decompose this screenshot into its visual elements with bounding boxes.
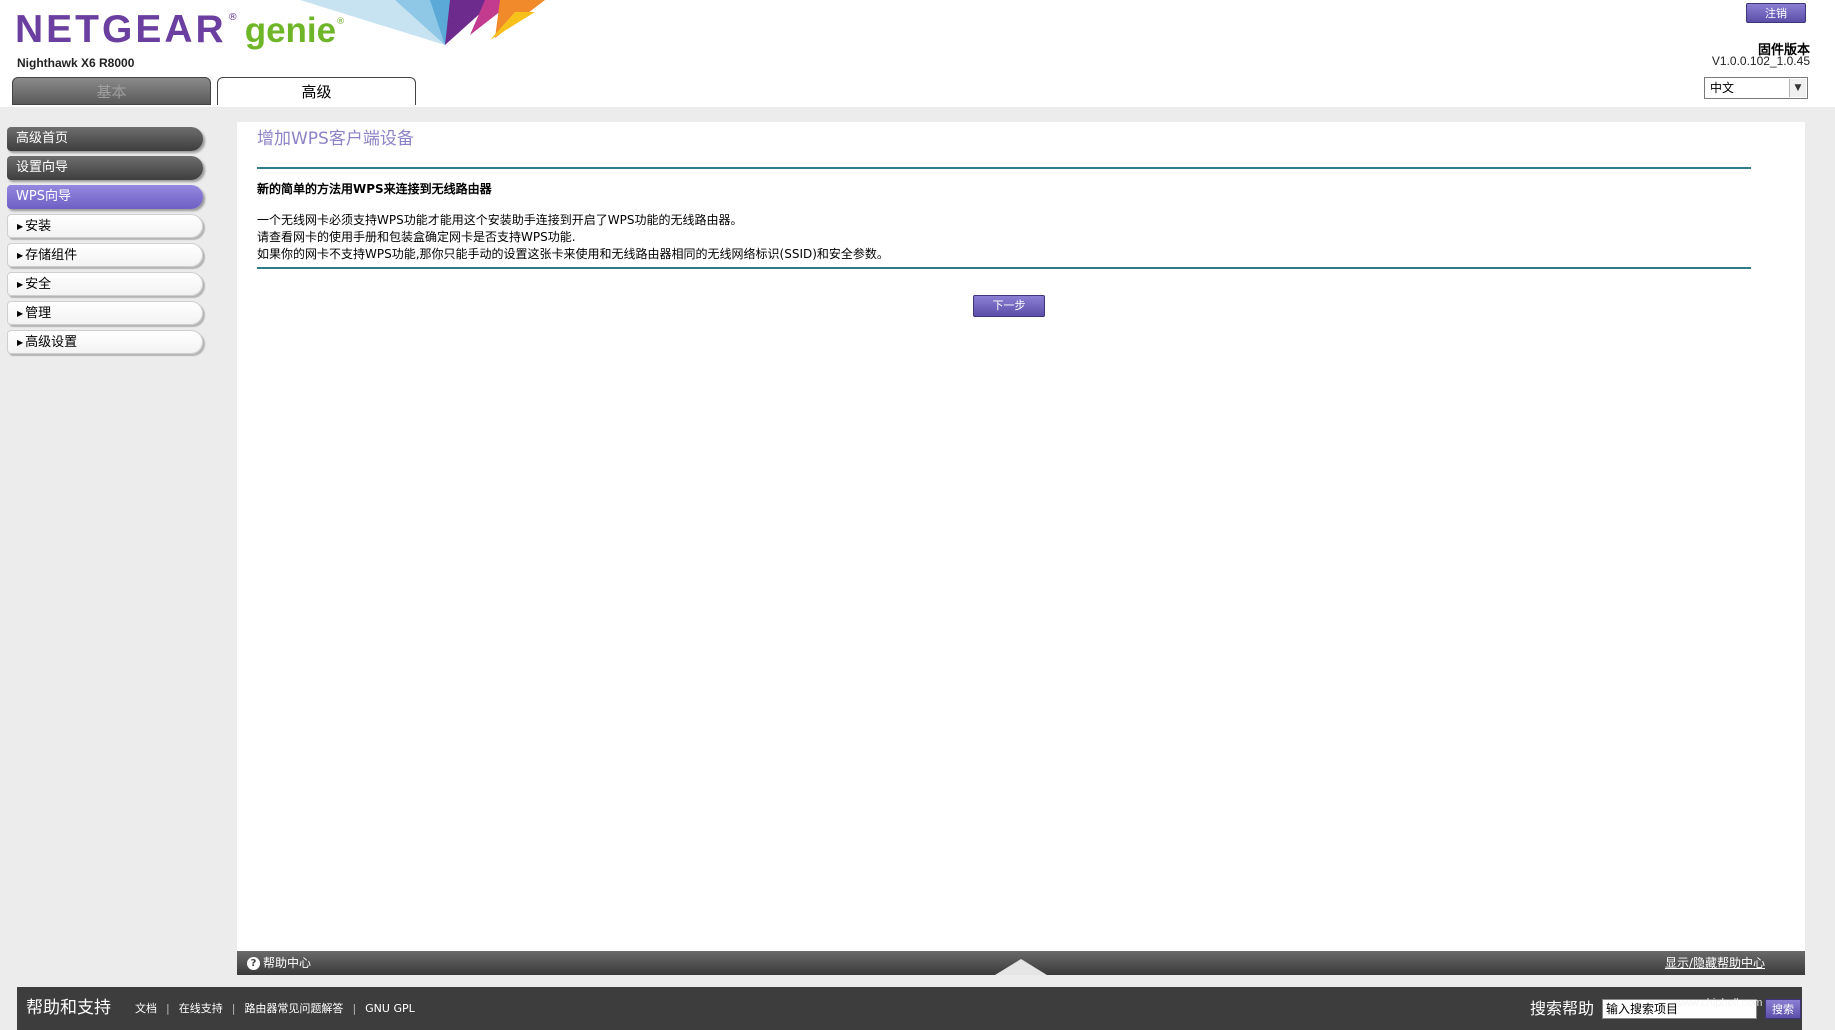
watermark: www.chiphell.com bbox=[1675, 997, 1763, 1009]
footer-link-gpl[interactable]: GNU GPL bbox=[365, 987, 415, 1030]
sidebar-item-advanced-setup[interactable]: ▶ 高级设置 bbox=[7, 330, 203, 354]
router-model: Nighthawk X6 R8000 bbox=[17, 56, 135, 70]
description-line-1: 一个无线网卡必须支持WPS功能才能用这个安装助手连接到开启了WPS功能的无线路由… bbox=[257, 213, 743, 227]
next-button[interactable]: 下一步 bbox=[973, 295, 1045, 317]
sidebar-item-label: 安装 bbox=[25, 219, 52, 234]
page-title: 增加WPS客户端设备 bbox=[257, 129, 414, 149]
brand-registered-mark: ® bbox=[227, 12, 238, 23]
tab-basic[interactable]: 基本 bbox=[12, 77, 211, 105]
footer-link-faq[interactable]: 路由器常见问题解答 bbox=[244, 987, 343, 1030]
sidebar-item-advanced-home[interactable]: 高级首页 bbox=[7, 127, 203, 151]
sidebar-item-usb-storage[interactable]: ▶ 存储组件 bbox=[7, 243, 203, 267]
brand-name: NETGEAR bbox=[15, 8, 227, 51]
search-button[interactable]: 搜索 bbox=[1765, 999, 1801, 1019]
description-line-3: 如果你的网卡不支持WPS功能,那你只能手动的设置这张卡来使用和无线路由器相同的无… bbox=[257, 247, 889, 261]
sidebar-item-label: 安全 bbox=[25, 277, 52, 292]
header: NETGEAR ® genie ® Nighthawk X6 R8000 基本 … bbox=[0, 0, 1835, 107]
triangle-right-icon: ▶ bbox=[17, 280, 24, 289]
sidebar-item-label: 设置向导 bbox=[16, 160, 69, 175]
footer-link-online-support[interactable]: 在线支持 bbox=[179, 987, 223, 1030]
link-separator: | bbox=[166, 1002, 170, 1015]
help-bar: ? 帮助中心 显示/隐藏帮助中心 bbox=[237, 951, 1805, 975]
main-content: 增加WPS客户端设备 新的简单的方法用WPS来连接到无线路由器 一个无线网卡必须… bbox=[237, 122, 1805, 952]
help-icon: ? bbox=[247, 956, 260, 970]
sidebar-item-wps-wizard[interactable]: WPS向导 bbox=[7, 185, 203, 209]
support-title: 帮助和支持 bbox=[26, 998, 111, 1018]
footer: 帮助和支持 文档 | 在线支持 | 路由器常见问题解答 | GNU GPL 搜索… bbox=[17, 987, 1802, 1030]
description-line-2: 请查看网卡的使用手册和包装盒确定网卡是否支持WPS功能. bbox=[257, 230, 576, 244]
search-help-label: 搜索帮助 bbox=[1530, 999, 1595, 1018]
triangle-right-icon: ▶ bbox=[17, 309, 24, 318]
footer-link-docs[interactable]: 文档 bbox=[135, 987, 157, 1030]
expand-arrow-icon[interactable] bbox=[995, 959, 1047, 975]
sidebar-item-label: 存储组件 bbox=[25, 248, 78, 263]
triangle-right-icon: ▶ bbox=[17, 338, 24, 347]
link-separator: | bbox=[231, 1002, 236, 1015]
sidebar-item-administration[interactable]: ▶ 管理 bbox=[7, 301, 203, 325]
netgear-genie-logo: NETGEAR ® genie ® bbox=[15, 8, 345, 56]
triangle-right-icon: ▶ bbox=[17, 251, 24, 260]
link-separator: | bbox=[352, 1002, 357, 1015]
language-select[interactable]: 中文 ▼ bbox=[1704, 77, 1808, 99]
logout-button[interactable]: 注销 bbox=[1746, 3, 1806, 23]
sidebar-item-label: 管理 bbox=[25, 306, 52, 321]
sidebar: 高级首页 设置向导 WPS向导 ▶ 安装 ▶ 存储组件 ▶ 安全 ▶ 管理 ▶ 高级设置 bbox=[7, 127, 205, 359]
sidebar-item-security[interactable]: ▶ 安全 bbox=[7, 272, 203, 296]
chevron-down-icon[interactable]: ▼ bbox=[1789, 79, 1806, 97]
tab-advanced[interactable]: 高级 bbox=[217, 77, 416, 105]
sidebar-item-setup-wizard[interactable]: 设置向导 bbox=[7, 156, 203, 180]
help-center[interactable]: ? 帮助中心 bbox=[247, 951, 311, 975]
divider-top bbox=[257, 167, 1751, 169]
section-heading: 新的简单的方法用WPS来连接到无线路由器 bbox=[257, 182, 492, 196]
language-select-value: 中文 bbox=[1710, 81, 1735, 95]
sidebar-item-label: WPS向导 bbox=[16, 189, 71, 204]
help-center-label: 帮助中心 bbox=[263, 956, 312, 970]
toggle-help-link[interactable]: 显示/隐藏帮助中心 bbox=[1665, 951, 1765, 975]
triangle-right-icon: ▶ bbox=[17, 222, 24, 231]
sidebar-item-label: 高级首页 bbox=[16, 131, 69, 146]
footer-links: 文档 | 在线支持 | 路由器常见问题解答 | GNU GPL bbox=[135, 987, 415, 1030]
divider-bottom bbox=[257, 267, 1751, 269]
decorative-shapes-icon bbox=[300, 0, 545, 45]
sidebar-item-setup[interactable]: ▶ 安装 bbox=[7, 214, 203, 238]
sidebar-item-label: 高级设置 bbox=[25, 335, 78, 350]
firmware-version: V1.0.0.102_1.0.45 bbox=[1711, 54, 1810, 68]
